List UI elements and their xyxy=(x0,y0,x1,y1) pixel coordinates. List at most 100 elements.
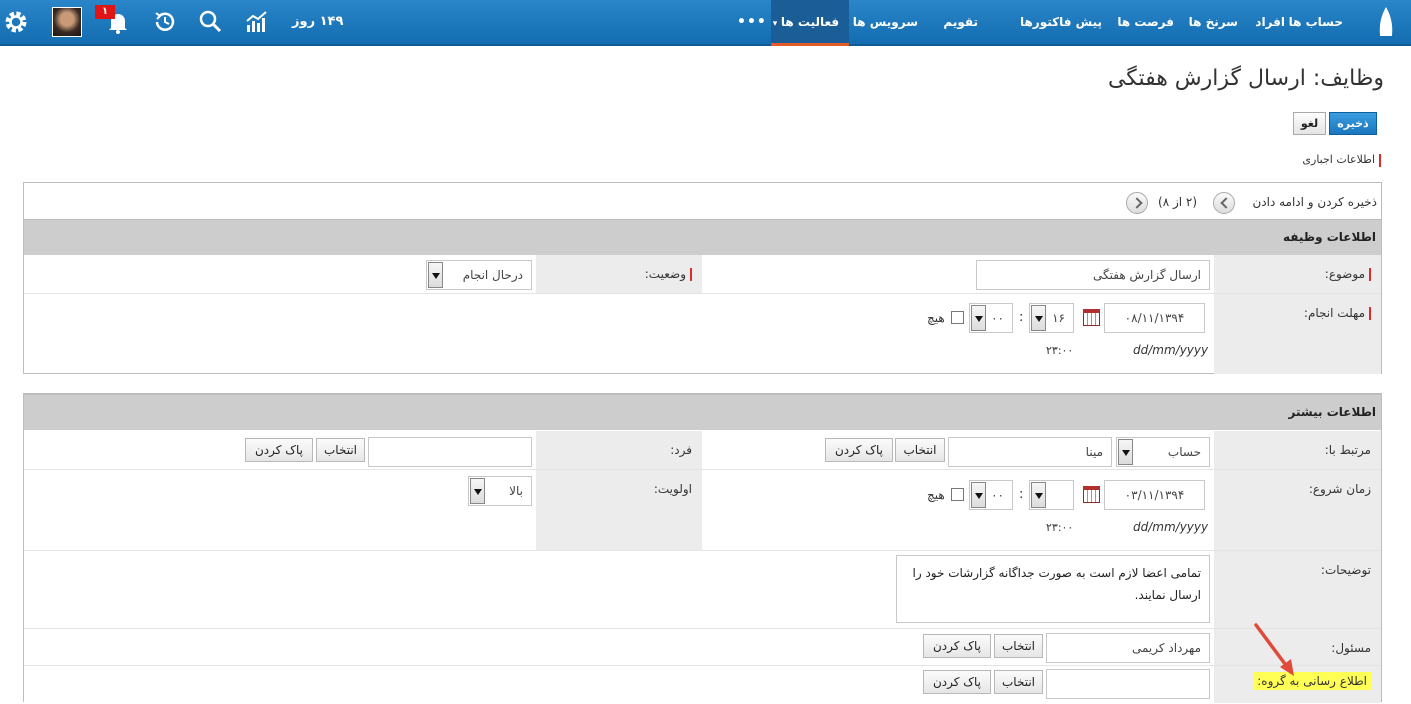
row-divider xyxy=(24,469,1381,470)
subject-label: موضوع: xyxy=(1325,267,1371,281)
description-textarea[interactable]: تمامی اعضا لازم است به صورت جداگانه گزار… xyxy=(896,555,1210,623)
nav-services[interactable]: سرویس ها xyxy=(853,0,918,46)
priority-value: بالا xyxy=(509,484,523,498)
save-button[interactable]: ذخیره xyxy=(1329,112,1377,135)
chevron-down-icon[interactable] xyxy=(1031,305,1046,331)
nav-opportunities[interactable]: فرصت ها xyxy=(1117,0,1174,46)
row-divider xyxy=(24,293,1381,294)
row-divider xyxy=(24,550,1381,551)
related-type-select[interactable]: حساب xyxy=(1116,437,1210,467)
cancel-button[interactable]: لغو xyxy=(1293,112,1326,135)
time-format-hint: ۲۳:۰۰ xyxy=(1046,344,1074,357)
previous-record-button[interactable] xyxy=(1213,192,1235,214)
related-select-button[interactable]: انتخاب xyxy=(895,438,945,462)
chart-icon[interactable] xyxy=(244,9,270,35)
related-to-input[interactable]: مینا xyxy=(948,437,1112,467)
notify-clear-button[interactable]: پاک کردن xyxy=(923,670,991,694)
nav-more-menu[interactable]: ••• ▾ xyxy=(737,0,778,46)
description-label-cell: توضیحات: xyxy=(1214,551,1381,628)
owner-select-button[interactable]: انتخاب xyxy=(994,634,1043,658)
required-marker xyxy=(1379,153,1381,167)
notification-badge: ۱ xyxy=(95,5,115,19)
time-format-hint: ۲۳:۰۰ xyxy=(1046,521,1074,534)
due-minute-value: ۰۰ xyxy=(991,311,1004,325)
chevron-down-icon[interactable] xyxy=(1118,439,1133,465)
owner-input[interactable]: مهرداد کریمی xyxy=(1046,633,1210,663)
priority-label: اولویت: xyxy=(653,482,692,496)
related-label: مرتبط با: xyxy=(1324,443,1371,457)
subject-input[interactable]: ارسال گزارش هفتگی xyxy=(976,260,1210,290)
due-none-label: هیچ xyxy=(927,311,945,325)
nav-activities[interactable]: فعالیت ها xyxy=(771,0,849,46)
related-clear-button[interactable]: پاک کردن xyxy=(825,438,893,462)
history-icon[interactable] xyxy=(152,9,178,35)
next-record-button[interactable] xyxy=(1126,192,1148,214)
related-type-value: حساب xyxy=(1167,445,1201,459)
row-divider xyxy=(24,665,1381,666)
task-section-title: اطلاعات وظیفه xyxy=(1282,230,1376,244)
page-title: وظایف: ارسال گزارش هفتگی xyxy=(1107,66,1384,91)
chevron-down-icon[interactable] xyxy=(971,482,986,508)
task-info-panel: ذخیره کردن و ادامه دادن (۲ از ۸) اطلاعات… xyxy=(23,182,1382,374)
nav-quotes[interactable]: پیش فاکتورها xyxy=(1020,0,1102,46)
due-hour-value: ۱۶ xyxy=(1052,311,1065,325)
save-and-continue-link[interactable]: ذخیره کردن و ادامه دادن xyxy=(1252,195,1377,209)
status-select[interactable]: درحال انجام xyxy=(426,260,532,290)
due-date-input[interactable]: ۰۸/۱۱/۱۳۹۴ xyxy=(1104,303,1205,333)
due-none-checkbox[interactable] xyxy=(951,311,964,324)
due-label: مهلت انجام: xyxy=(1304,306,1371,320)
gear-icon[interactable] xyxy=(3,9,29,35)
nav-contacts[interactable]: افراد xyxy=(1255,0,1285,46)
person-clear-button[interactable]: پاک کردن xyxy=(245,438,313,462)
nav-calendar[interactable]: تقویم xyxy=(943,0,978,46)
more-info-panel: اطلاعات بیشتر مرتبط با: حساب مینا انتخاب… xyxy=(23,393,1382,703)
owner-clear-button[interactable]: پاک کردن xyxy=(923,634,991,658)
required-marker xyxy=(690,268,692,281)
notify-select-button[interactable]: انتخاب xyxy=(994,670,1043,694)
priority-select[interactable]: بالا xyxy=(468,476,532,506)
avatar[interactable] xyxy=(52,7,82,37)
more-section-title: اطلاعات بیشتر xyxy=(1288,405,1376,419)
person-select-button[interactable]: انتخاب xyxy=(316,438,365,462)
record-paging: (۲ از ۸) xyxy=(1158,195,1198,209)
subject-label-cell: موضوع: xyxy=(1214,255,1381,293)
priority-label-cell: اولویت: xyxy=(536,470,702,550)
status-label-cell: وضعیت: xyxy=(536,255,702,293)
person-input[interactable] xyxy=(368,437,532,467)
start-date-input[interactable]: ۰۳/۱۱/۱۳۹۴ xyxy=(1104,480,1205,510)
start-none-checkbox[interactable] xyxy=(951,488,964,501)
description-label: توضیحات: xyxy=(1320,563,1371,577)
due-hour-select[interactable]: ۱۶ xyxy=(1029,303,1074,333)
start-label: زمان شروع: xyxy=(1308,482,1371,496)
chevron-down-icon[interactable] xyxy=(428,262,443,288)
notify-group-input[interactable] xyxy=(1046,669,1210,699)
due-label-cell: مهلت انجام: xyxy=(1214,294,1381,374)
date-format-hint: dd/mm/yyyy xyxy=(1133,520,1209,534)
nav-accounts[interactable]: حساب ها xyxy=(1289,0,1343,46)
search-icon[interactable] xyxy=(198,9,224,35)
required-info-note: اطلاعات اجباری xyxy=(1302,153,1381,167)
top-navigation-bar: حساب ها افراد سرنخ ها فرصت ها پیش فاکتور… xyxy=(0,0,1411,46)
chevron-down-icon[interactable] xyxy=(971,305,986,331)
annotation-arrow-icon xyxy=(1254,623,1294,676)
nav-leads[interactable]: سرنخ ها xyxy=(1189,0,1238,46)
start-label-cell: زمان شروع: xyxy=(1214,470,1381,550)
time-separator: : xyxy=(1019,487,1024,502)
calendar-icon[interactable] xyxy=(1083,309,1100,326)
more-section-header: اطلاعات بیشتر xyxy=(24,394,1381,430)
start-none-label: هیچ xyxy=(927,488,945,502)
row-divider xyxy=(24,628,1381,629)
calendar-icon[interactable] xyxy=(1083,486,1100,503)
status-label: وضعیت: xyxy=(645,267,692,281)
logo-icon[interactable] xyxy=(1375,6,1397,38)
owner-label: مسئول: xyxy=(1331,641,1371,655)
start-minute-value: ۰۰ xyxy=(991,488,1004,502)
required-marker xyxy=(1369,307,1371,320)
person-label: فرد: xyxy=(670,443,692,457)
start-hour-select[interactable] xyxy=(1029,480,1074,510)
due-minute-select[interactable]: ۰۰ xyxy=(969,303,1013,333)
chevron-down-icon[interactable] xyxy=(1031,482,1046,508)
required-marker xyxy=(1369,268,1371,281)
chevron-down-icon[interactable] xyxy=(470,478,485,504)
start-minute-select[interactable]: ۰۰ xyxy=(969,480,1013,510)
